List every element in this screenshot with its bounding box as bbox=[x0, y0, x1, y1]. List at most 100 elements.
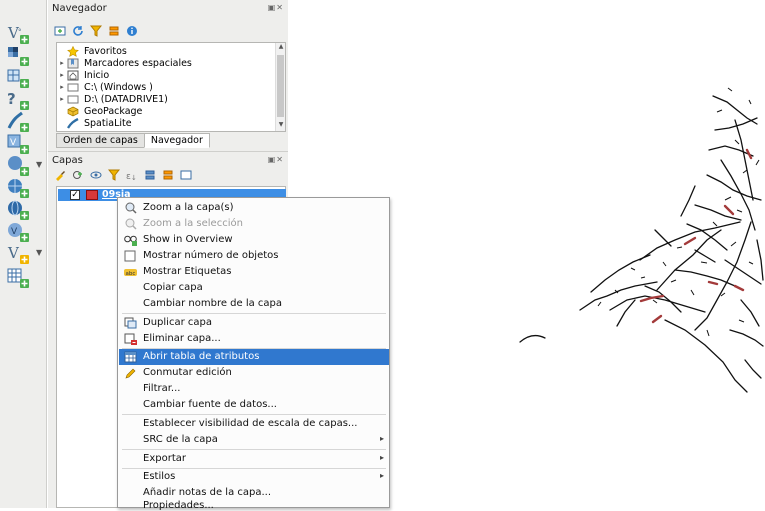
add-table-icon[interactable] bbox=[6, 266, 32, 288]
menu-item-label: Duplicar capa bbox=[143, 317, 212, 328]
menu-item-zoom-to-selection[interactable]: Zoom a la selección bbox=[119, 216, 389, 232]
browser-tree[interactable]: Favoritos ▸ Marcadores espaciales ▸ Inic… bbox=[56, 42, 286, 132]
labels-icon: abc bbox=[124, 266, 137, 278]
tree-item-favorites[interactable]: Favoritos bbox=[57, 45, 127, 57]
tree-item-drive-d[interactable]: ▸ D:\ (DATADRIVE1) bbox=[57, 93, 168, 105]
svg-text:V: V bbox=[10, 138, 17, 148]
layer-visibility-checkbox[interactable]: ✓ bbox=[70, 190, 80, 200]
style-brush-icon[interactable] bbox=[54, 169, 66, 181]
tree-item-home[interactable]: ▸ Inicio bbox=[57, 69, 109, 81]
menu-item-show-labels[interactable]: abc Mostrar Etiquetas bbox=[119, 264, 389, 280]
menu-item-copy-layer[interactable]: Copiar capa bbox=[119, 280, 389, 296]
menu-item-styles[interactable]: Estilos ▸ bbox=[119, 469, 389, 485]
panel-tabs: Orden de capas Navegador bbox=[56, 133, 210, 148]
menu-item-show-feature-count[interactable]: Mostrar número de objetos bbox=[119, 248, 389, 264]
add-group-icon[interactable] bbox=[72, 169, 84, 181]
scroll-down-icon[interactable]: ▼ bbox=[276, 121, 285, 131]
tab-browser[interactable]: Navegador bbox=[143, 133, 210, 148]
add-wfs-icon[interactable]: V bbox=[6, 220, 32, 242]
menu-item-set-scale-visibility[interactable]: Establecer visibilidad de escala de capa… bbox=[119, 416, 389, 432]
menu-item-open-attribute-table[interactable]: Abrir tabla de atributos bbox=[119, 349, 389, 365]
zoom-selection-icon bbox=[124, 218, 137, 230]
tree-item-drive-c[interactable]: ▸ C:\ (Windows ) bbox=[57, 81, 153, 93]
add-wms-icon[interactable] bbox=[6, 154, 32, 176]
menu-item-label: Zoom a la selección bbox=[143, 218, 243, 229]
layers-toolbar: ε ↓ bbox=[54, 167, 192, 183]
menu-item-add-layer-notes[interactable]: Añadir notas de la capa... bbox=[119, 485, 389, 501]
menu-item-change-data-source[interactable]: Cambiar fuente de datos... bbox=[119, 397, 389, 413]
panel-float-close-icon[interactable]: ▣✕ bbox=[268, 3, 284, 12]
menu-item-label: Mostrar Etiquetas bbox=[143, 266, 232, 277]
browser-toolbar bbox=[54, 23, 138, 39]
star-icon bbox=[67, 45, 79, 57]
menu-item-filter[interactable]: Filtrar... bbox=[119, 381, 389, 397]
add-xyz-icon[interactable] bbox=[6, 176, 32, 198]
menu-separator bbox=[122, 414, 386, 415]
menu-item-properties[interactable]: Propiedades... bbox=[119, 500, 389, 511]
scroll-thumb[interactable] bbox=[277, 55, 284, 117]
remove-layer-icon bbox=[124, 333, 137, 345]
map-canvas[interactable] bbox=[395, 0, 765, 508]
chevron-down-icon[interactable]: ▼ bbox=[36, 160, 44, 169]
scroll-up-icon[interactable]: ▲ bbox=[276, 43, 285, 53]
menu-item-export[interactable]: Exportar ▸ bbox=[119, 451, 389, 467]
tree-item-label: D:\ (DATADRIVE1) bbox=[84, 93, 168, 105]
menu-item-zoom-to-layer[interactable]: Zoom a la capa(s) bbox=[119, 200, 389, 216]
browser-scrollbar[interactable]: ▲ ▼ bbox=[275, 43, 285, 131]
add-mesh-layer-icon[interactable] bbox=[6, 66, 32, 88]
refresh-icon[interactable] bbox=[72, 25, 84, 37]
menu-item-layer-crs[interactable]: SRC de la capa ▸ bbox=[119, 432, 389, 448]
menu-item-rename-layer[interactable]: Cambiar nombre de la capa bbox=[119, 296, 389, 312]
expander[interactable]: ▸ bbox=[57, 95, 67, 103]
filter-expression-icon[interactable]: ε ↓ bbox=[126, 169, 138, 182]
pencil-icon bbox=[124, 367, 137, 379]
tree-item-geopackage[interactable]: GeoPackage bbox=[57, 105, 142, 117]
map-features bbox=[519, 87, 764, 393]
menu-item-label: Cambiar fuente de datos... bbox=[143, 399, 277, 410]
collapse-all-icon[interactable] bbox=[162, 169, 174, 181]
expand-all-icon[interactable] bbox=[144, 169, 156, 181]
expander[interactable]: ▸ bbox=[57, 71, 67, 79]
menu-item-duplicate-layer[interactable]: Duplicar capa bbox=[119, 315, 389, 331]
menu-separator bbox=[122, 449, 386, 450]
filter-icon[interactable] bbox=[107, 169, 121, 181]
chevron-down-icon[interactable]: ▼ bbox=[36, 248, 44, 257]
add-vector-layer-icon[interactable]: V ° bbox=[6, 22, 32, 44]
tree-item-spatialite[interactable]: SpatiaLite bbox=[57, 117, 132, 129]
info-icon[interactable] bbox=[126, 25, 138, 37]
add-selected-layers-icon[interactable] bbox=[54, 25, 66, 37]
add-delimited-text-icon[interactable]: ? bbox=[6, 88, 32, 110]
checkbox-icon bbox=[124, 250, 137, 262]
expander[interactable]: ▸ bbox=[57, 59, 67, 67]
menu-item-label: Eliminar capa... bbox=[143, 333, 221, 344]
menu-item-label: Establecer visibilidad de escala de capa… bbox=[143, 418, 358, 429]
visibility-eye-icon[interactable] bbox=[90, 169, 102, 181]
new-vector-layer-icon[interactable]: V bbox=[6, 242, 32, 264]
add-raster-layer-icon[interactable] bbox=[6, 44, 32, 66]
menu-item-toggle-editing[interactable]: Conmutar edición bbox=[119, 365, 389, 381]
menu-item-show-in-overview[interactable]: Show in Overview bbox=[119, 232, 389, 248]
drive-icon bbox=[67, 82, 79, 93]
tree-item-spatial-bookmarks[interactable]: ▸ Marcadores espaciales bbox=[57, 57, 192, 69]
panel-float-close-icon[interactable]: ▣✕ bbox=[268, 155, 284, 164]
svg-text:°: ° bbox=[18, 28, 22, 36]
tree-item-label: Favoritos bbox=[84, 45, 127, 57]
collapse-all-icon[interactable] bbox=[108, 25, 120, 37]
svg-text:V: V bbox=[7, 244, 20, 262]
zoom-layer-icon bbox=[124, 202, 137, 214]
browser-panel-title: Navegador bbox=[52, 3, 107, 14]
expander[interactable]: ▸ bbox=[57, 83, 67, 91]
menu-item-label: Show in Overview bbox=[143, 234, 233, 245]
menu-item-remove-layer[interactable]: Eliminar capa... bbox=[119, 331, 389, 347]
add-spatialite-icon[interactable] bbox=[6, 110, 32, 132]
add-virtual-layer-icon[interactable]: V bbox=[6, 132, 32, 154]
remove-layer-icon[interactable] bbox=[180, 169, 192, 181]
duplicate-layer-icon bbox=[124, 317, 137, 329]
tab-layer-order[interactable]: Orden de capas bbox=[56, 133, 145, 148]
menu-item-label: Cambiar nombre de la capa bbox=[143, 298, 283, 309]
overview-icon bbox=[124, 234, 137, 246]
drive-icon bbox=[67, 94, 79, 105]
filter-icon[interactable] bbox=[89, 25, 103, 37]
layer-context-menu: Zoom a la capa(s) Zoom a la selección Sh… bbox=[117, 197, 390, 511]
add-wcs-icon[interactable] bbox=[6, 198, 32, 220]
